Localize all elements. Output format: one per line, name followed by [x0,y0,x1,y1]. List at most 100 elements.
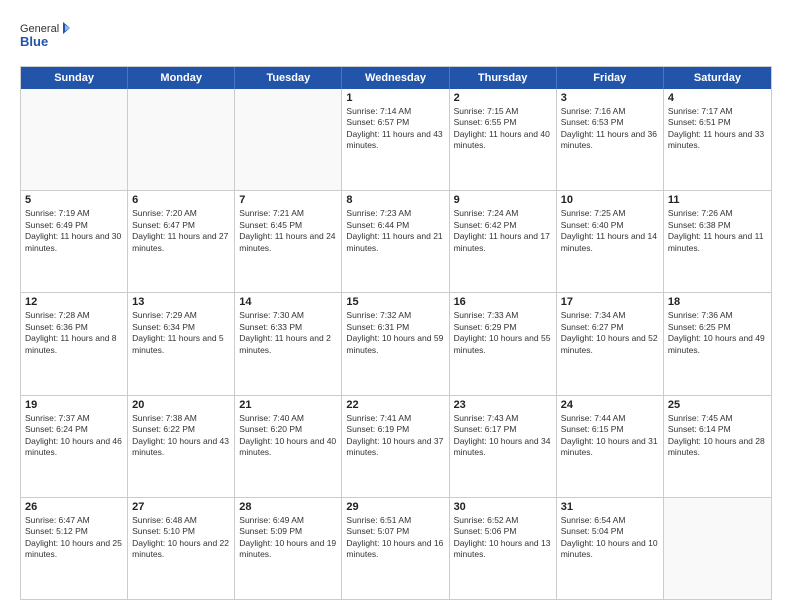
calendar-header: SundayMondayTuesdayWednesdayThursdayFrid… [21,67,771,89]
day-info: Sunrise: 6:52 AM Sunset: 5:06 PM Dayligh… [454,515,552,561]
day-number: 25 [668,399,767,411]
day-number: 2 [454,92,552,104]
calendar-day-28: 28 Sunrise: 6:49 AM Sunset: 5:09 PM Dayli… [235,498,342,599]
calendar-day-7: 7 Sunrise: 7:21 AM Sunset: 6:45 PM Daylig… [235,191,342,292]
day-info: Sunrise: 7:41 AM Sunset: 6:19 PM Dayligh… [346,413,444,459]
day-number: 28 [239,501,337,513]
day-number: 17 [561,296,659,308]
day-info: Sunrise: 6:49 AM Sunset: 5:09 PM Dayligh… [239,515,337,561]
day-info: Sunrise: 6:47 AM Sunset: 5:12 PM Dayligh… [25,515,123,561]
day-info: Sunrise: 7:23 AM Sunset: 6:44 PM Dayligh… [346,208,444,254]
calendar-day-21: 21 Sunrise: 7:40 AM Sunset: 6:20 PM Dayli… [235,396,342,497]
day-info: Sunrise: 7:19 AM Sunset: 6:49 PM Dayligh… [25,208,123,254]
calendar-day-19: 19Sunrise: 7:37 AM Sunset: 6:24 PM Dayli… [21,396,128,497]
calendar-day-9: 9 Sunrise: 7:24 AM Sunset: 6:42 PM Daylig… [450,191,557,292]
calendar-day-18: 18 Sunrise: 7:36 AM Sunset: 6:25 PM Dayli… [664,293,771,394]
calendar-week-1: 1 Sunrise: 7:14 AM Sunset: 6:57 PM Daylig… [21,89,771,191]
calendar-empty-cell [128,89,235,190]
day-number: 16 [454,296,552,308]
day-number: 27 [132,501,230,513]
calendar-day-22: 22 Sunrise: 7:41 AM Sunset: 6:19 PM Dayli… [342,396,449,497]
day-number: 1 [346,92,444,104]
day-number: 8 [346,194,444,206]
day-info: Sunrise: 7:30 AM Sunset: 6:33 PM Dayligh… [239,310,337,356]
day-number: 18 [668,296,767,308]
calendar-day-12: 12 Sunrise: 7:28 AM Sunset: 6:36 PM Dayli… [21,293,128,394]
calendar-day-15: 15Sunrise: 7:32 AM Sunset: 6:31 PM Dayli… [342,293,449,394]
calendar-day-31: 31 Sunrise: 6:54 AM Sunset: 5:04 PM Dayli… [557,498,664,599]
calendar-empty-cell [664,498,771,599]
day-info: Sunrise: 7:29 AM Sunset: 6:34 PM Dayligh… [132,310,230,356]
day-number: 22 [346,399,444,411]
header-day-monday: Monday [128,67,235,89]
calendar-day-14: 14Sunrise: 7:30 AM Sunset: 6:33 PM Dayli… [235,293,342,394]
header-day-sunday: Sunday [21,67,128,89]
day-number: 5 [25,194,123,206]
calendar: SundayMondayTuesdayWednesdayThursdayFrid… [20,66,772,600]
day-info: Sunrise: 7:33 AM Sunset: 6:29 PM Dayligh… [454,310,552,356]
day-number: 31 [561,501,659,513]
calendar-day-10: 10Sunrise: 7:25 AM Sunset: 6:40 PM Dayli… [557,191,664,292]
day-number: 29 [346,501,444,513]
header-day-tuesday: Tuesday [235,67,342,89]
day-number: 13 [132,296,230,308]
calendar-day-4: 4 Sunrise: 7:17 AM Sunset: 6:51 PM Daylig… [664,89,771,190]
calendar-day-16: 16 Sunrise: 7:33 AM Sunset: 6:29 PM Dayli… [450,293,557,394]
day-number: 20 [132,399,230,411]
day-number: 19 [25,399,123,411]
day-info: Sunrise: 7:36 AM Sunset: 6:25 PM Dayligh… [668,310,767,356]
day-info: Sunrise: 7:20 AM Sunset: 6:47 PM Dayligh… [132,208,230,254]
day-info: Sunrise: 7:17 AM Sunset: 6:51 PM Dayligh… [668,106,767,152]
day-number: 10 [561,194,659,206]
calendar-day-27: 27 Sunrise: 6:48 AM Sunset: 5:10 PM Dayli… [128,498,235,599]
calendar-week-3: 12 Sunrise: 7:28 AM Sunset: 6:36 PM Dayli… [21,293,771,395]
day-number: 23 [454,399,552,411]
calendar-empty-cell [235,89,342,190]
day-info: Sunrise: 7:24 AM Sunset: 6:42 PM Dayligh… [454,208,552,254]
header-day-wednesday: Wednesday [342,67,449,89]
calendar-day-25: 25Sunrise: 7:45 AM Sunset: 6:14 PM Dayli… [664,396,771,497]
calendar-day-5: 5 Sunrise: 7:19 AM Sunset: 6:49 PM Daylig… [21,191,128,292]
day-number: 3 [561,92,659,104]
calendar-day-29: 29 Sunrise: 6:51 AM Sunset: 5:07 PM Dayli… [342,498,449,599]
day-number: 30 [454,501,552,513]
calendar-body: 1 Sunrise: 7:14 AM Sunset: 6:57 PM Daylig… [21,89,771,599]
day-number: 9 [454,194,552,206]
svg-text:Blue: Blue [20,34,48,49]
day-number: 12 [25,296,123,308]
day-number: 7 [239,194,337,206]
day-info: Sunrise: 7:15 AM Sunset: 6:55 PM Dayligh… [454,106,552,152]
calendar-empty-cell [21,89,128,190]
day-info: Sunrise: 7:34 AM Sunset: 6:27 PM Dayligh… [561,310,659,356]
day-number: 4 [668,92,767,104]
calendar-day-1: 1 Sunrise: 7:14 AM Sunset: 6:57 PM Daylig… [342,89,449,190]
day-info: Sunrise: 7:26 AM Sunset: 6:38 PM Dayligh… [668,208,767,254]
day-info: Sunrise: 7:21 AM Sunset: 6:45 PM Dayligh… [239,208,337,254]
header-day-friday: Friday [557,67,664,89]
day-info: Sunrise: 7:38 AM Sunset: 6:22 PM Dayligh… [132,413,230,459]
calendar-day-13: 13 Sunrise: 7:29 AM Sunset: 6:34 PM Dayli… [128,293,235,394]
day-info: Sunrise: 7:14 AM Sunset: 6:57 PM Dayligh… [346,106,444,152]
calendar-week-4: 19Sunrise: 7:37 AM Sunset: 6:24 PM Dayli… [21,396,771,498]
day-info: Sunrise: 7:43 AM Sunset: 6:17 PM Dayligh… [454,413,552,459]
day-number: 24 [561,399,659,411]
calendar-day-2: 2 Sunrise: 7:15 AM Sunset: 6:55 PM Daylig… [450,89,557,190]
calendar-day-3: 3 Sunrise: 7:16 AM Sunset: 6:53 PM Daylig… [557,89,664,190]
day-info: Sunrise: 7:16 AM Sunset: 6:53 PM Dayligh… [561,106,659,152]
calendar-week-5: 26Sunrise: 6:47 AM Sunset: 5:12 PM Dayli… [21,498,771,599]
day-info: Sunrise: 6:48 AM Sunset: 5:10 PM Dayligh… [132,515,230,561]
day-info: Sunrise: 7:32 AM Sunset: 6:31 PM Dayligh… [346,310,444,356]
day-info: Sunrise: 6:51 AM Sunset: 5:07 PM Dayligh… [346,515,444,561]
calendar-day-11: 11Sunrise: 7:26 AM Sunset: 6:38 PM Dayli… [664,191,771,292]
day-info: Sunrise: 7:44 AM Sunset: 6:15 PM Dayligh… [561,413,659,459]
day-info: Sunrise: 7:28 AM Sunset: 6:36 PM Dayligh… [25,310,123,356]
day-info: Sunrise: 6:54 AM Sunset: 5:04 PM Dayligh… [561,515,659,561]
calendar-day-24: 24 Sunrise: 7:44 AM Sunset: 6:15 PM Dayli… [557,396,664,497]
day-number: 21 [239,399,337,411]
day-number: 6 [132,194,230,206]
page-header: General Blue [20,18,772,56]
day-info: Sunrise: 7:40 AM Sunset: 6:20 PM Dayligh… [239,413,337,459]
calendar-day-17: 17 Sunrise: 7:34 AM Sunset: 6:27 PM Dayli… [557,293,664,394]
calendar-day-26: 26Sunrise: 6:47 AM Sunset: 5:12 PM Dayli… [21,498,128,599]
calendar-day-20: 20 Sunrise: 7:38 AM Sunset: 6:22 PM Dayli… [128,396,235,497]
